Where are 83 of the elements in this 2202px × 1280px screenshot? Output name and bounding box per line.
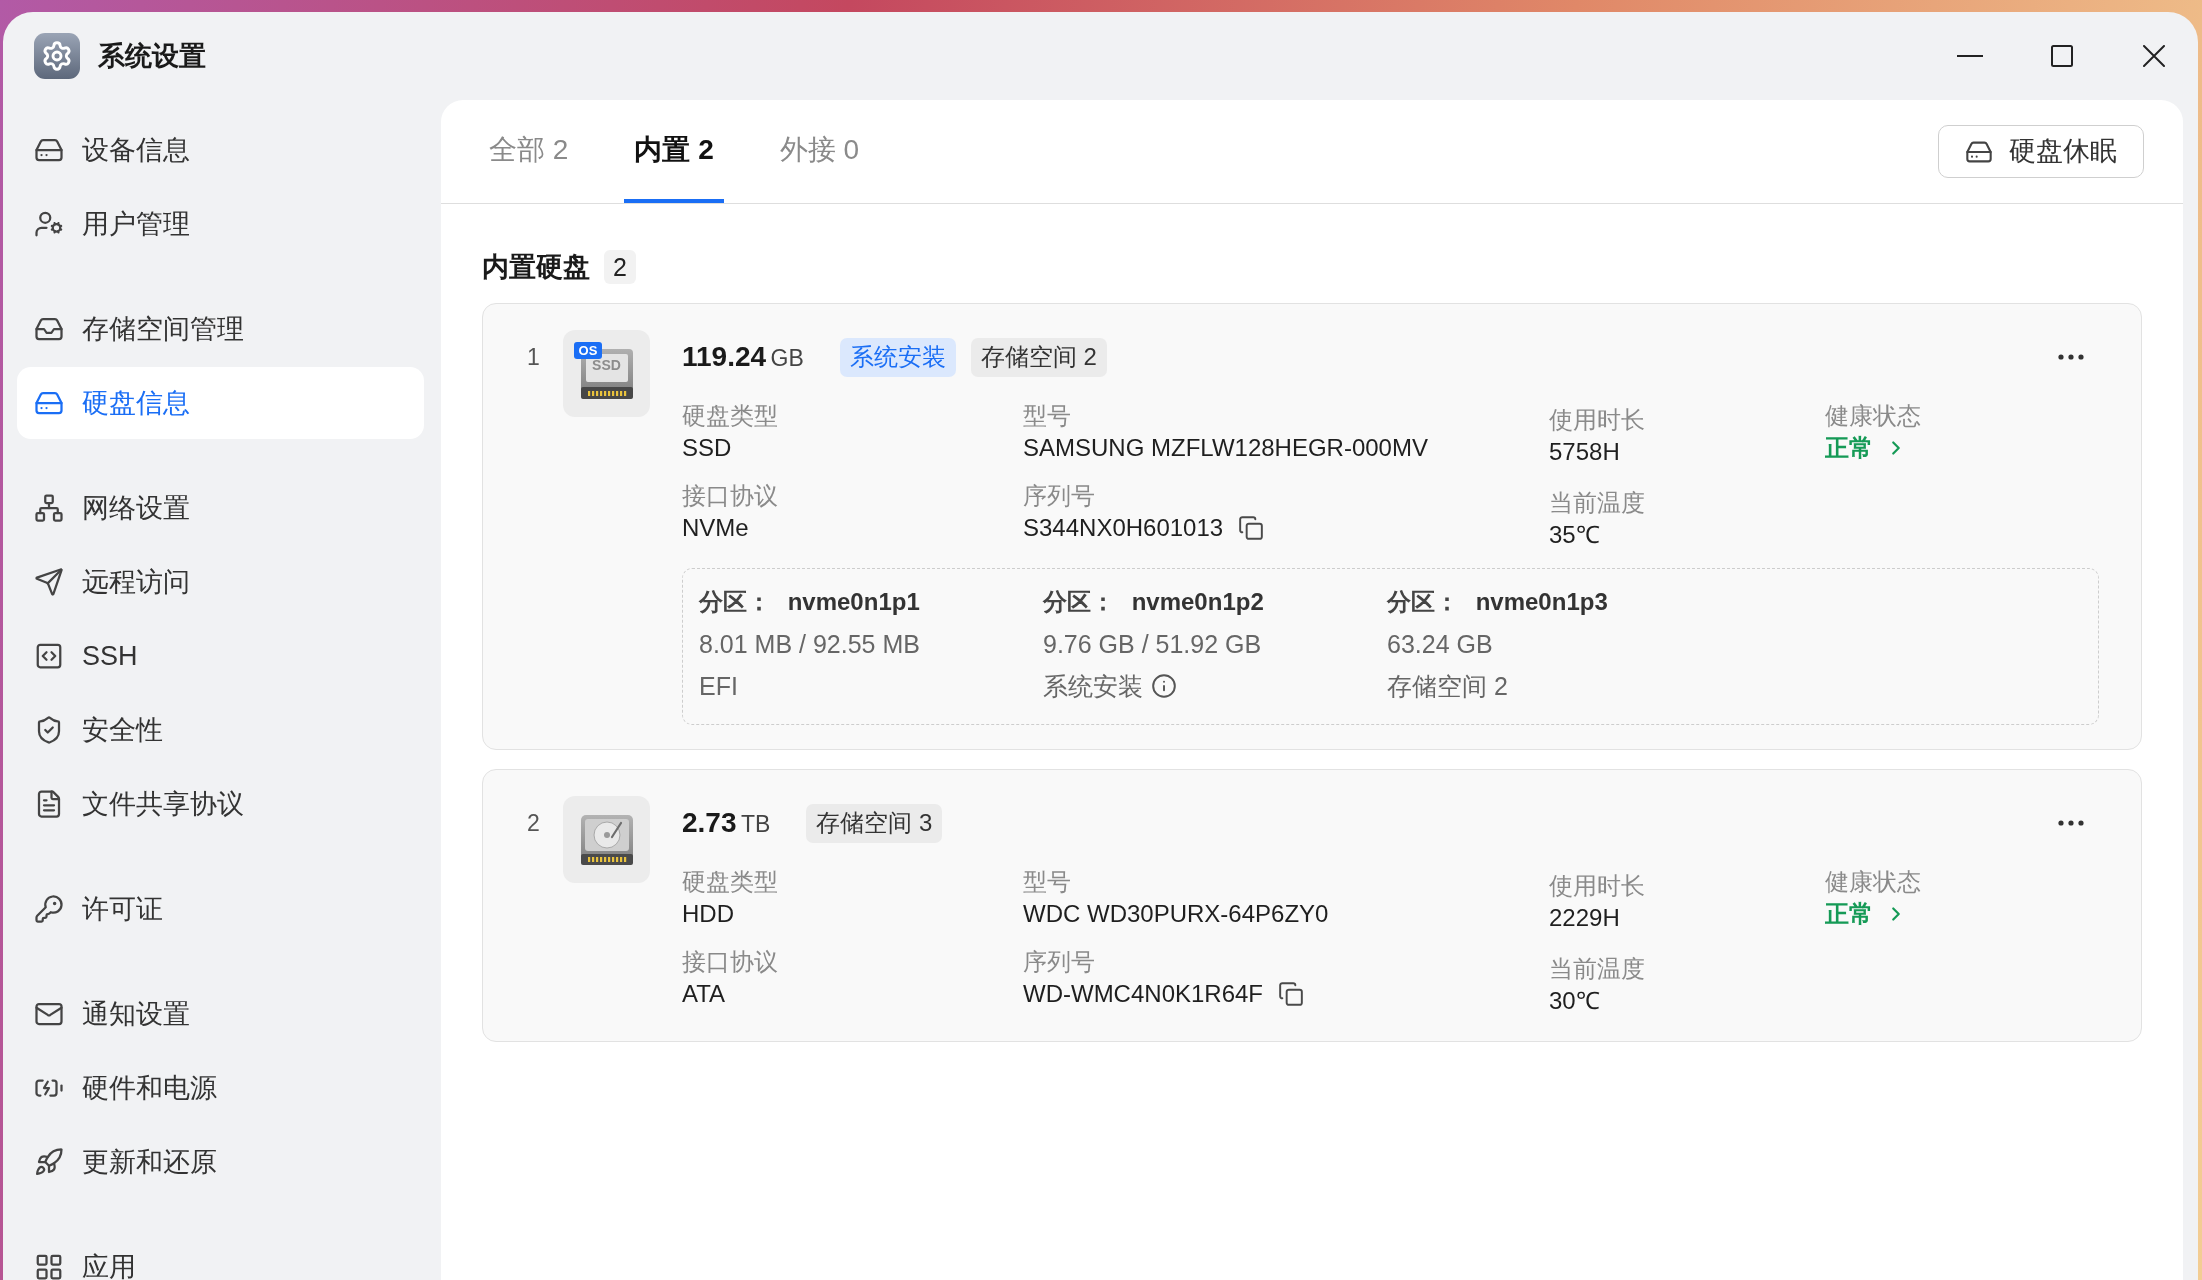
paper-plane-icon	[34, 567, 64, 597]
key-icon	[34, 894, 64, 924]
sidebar-item[interactable]: 许可证	[17, 873, 424, 945]
close-icon	[2143, 45, 2165, 67]
partition-purpose: EFI	[699, 671, 738, 702]
field-value: S344NX0H601013	[1023, 513, 1224, 543]
copy-icon	[1278, 981, 1305, 1007]
sidebar-item[interactable]: 硬盘信息	[17, 367, 424, 439]
field-value: SAMSUNG MZFLW128HEGR-000MV	[1023, 433, 1429, 463]
partition-title: 分区： nvme0n1p3	[1387, 587, 1608, 617]
disk-capacity: 119.24 GB	[682, 340, 804, 374]
partition-purpose: 存储空间 2	[1387, 671, 1508, 702]
partition-title: 分区： nvme0n1p1	[699, 587, 920, 617]
field-value: HDD	[682, 899, 735, 929]
copy-button[interactable]	[1277, 980, 1306, 1008]
field-value: WDC WD30PURX-64P6ZY0	[1023, 899, 1330, 929]
tab[interactable]: 内置 2	[624, 100, 724, 203]
sidebar-item[interactable]: 硬件和电源	[17, 1052, 424, 1124]
field-label: 序列号	[1023, 481, 1096, 511]
disk-number: 2	[527, 809, 541, 838]
window-title: 系统设置	[98, 39, 206, 73]
field-label: 当前温度	[1549, 488, 1646, 518]
sidebar-item[interactable]: 文件共享协议	[17, 768, 424, 840]
field-value: NVMe	[682, 513, 750, 543]
more-icon	[2058, 354, 2084, 360]
sidebar-item[interactable]: 应用	[17, 1231, 424, 1280]
field-label: 型号	[1023, 867, 1072, 897]
field-label: 序列号	[1023, 947, 1096, 977]
field-label: 使用时长	[1549, 871, 1646, 901]
field-value: 35℃	[1549, 520, 1601, 550]
info-icon[interactable]	[1151, 673, 1177, 699]
field-value: 2229H	[1549, 903, 1621, 933]
field-label: 硬盘类型	[682, 867, 779, 897]
more-icon	[2058, 820, 2084, 826]
maximize-icon	[2051, 45, 2073, 67]
disk-capacity: 2.73 TB	[682, 806, 771, 840]
sidebar-item[interactable]: 远程访问	[17, 546, 424, 618]
drive-label-text: SSD	[591, 356, 622, 375]
partition-usage: 8.01 MB / 92.55 MB	[699, 629, 920, 660]
sidebar-item[interactable]: 网络设置	[17, 472, 424, 544]
sidebar-item[interactable]: 通知设置	[17, 978, 424, 1050]
disk-tag: 系统安装	[839, 337, 956, 377]
sidebar-item[interactable]: 用户管理	[17, 188, 424, 260]
grid-icon	[34, 1252, 64, 1280]
field-value: 30℃	[1549, 986, 1601, 1016]
sidebar-item[interactable]: 存储空间管理	[17, 293, 424, 365]
rocket-icon	[34, 1147, 64, 1177]
os-badge: OS	[574, 342, 602, 359]
field-label: 健康状态	[1825, 401, 1922, 431]
field-label: 型号	[1023, 401, 1072, 431]
copy-icon	[1238, 515, 1265, 541]
field-label: 硬盘类型	[682, 401, 779, 431]
field-value: SSD	[682, 433, 733, 463]
partition-usage: 9.76 GB / 51.92 GB	[1043, 629, 1262, 660]
sidebar-item[interactable]: 安全性	[17, 694, 424, 766]
sidebar-item[interactable]: 更新和还原	[17, 1126, 424, 1198]
code-square-icon	[34, 641, 64, 671]
field-label: 使用时长	[1549, 405, 1646, 435]
field-value: ATA	[682, 979, 727, 1009]
disk-tag: 存储空间 3	[806, 803, 943, 843]
disk-tag: 存储空间 2	[970, 337, 1107, 377]
field-label: 接口协议	[682, 947, 779, 977]
copy-button[interactable]	[1237, 514, 1266, 542]
hard-drive-icon	[580, 814, 633, 865]
ssd-drive-icon	[580, 348, 633, 399]
user-gear-icon	[34, 209, 64, 239]
field-label: 接口协议	[682, 481, 779, 511]
partition-usage: 63.24 GB	[1387, 629, 1493, 660]
field-label: 当前温度	[1549, 954, 1646, 984]
sleep-button[interactable]: 硬盘休眠	[1938, 125, 2144, 178]
sidebar-item[interactable]: 设备信息	[17, 114, 424, 186]
count-badge: 2	[604, 250, 636, 284]
settings-app-icon	[34, 33, 80, 79]
network-icon	[34, 493, 64, 523]
partition-title: 分区： nvme0n1p2	[1043, 587, 1264, 617]
sidebar-item[interactable]: SSH	[17, 620, 424, 692]
field-value: WD-WMC4N0K1R64F	[1023, 979, 1264, 1009]
section-title: 内置硬盘	[482, 250, 590, 284]
minimize-icon	[1957, 55, 1983, 57]
field-value: 5758H	[1549, 437, 1621, 467]
field-label: 健康状态	[1825, 867, 1922, 897]
partition-purpose: 系统安装	[1043, 671, 1143, 702]
disk-number: 1	[527, 343, 541, 372]
